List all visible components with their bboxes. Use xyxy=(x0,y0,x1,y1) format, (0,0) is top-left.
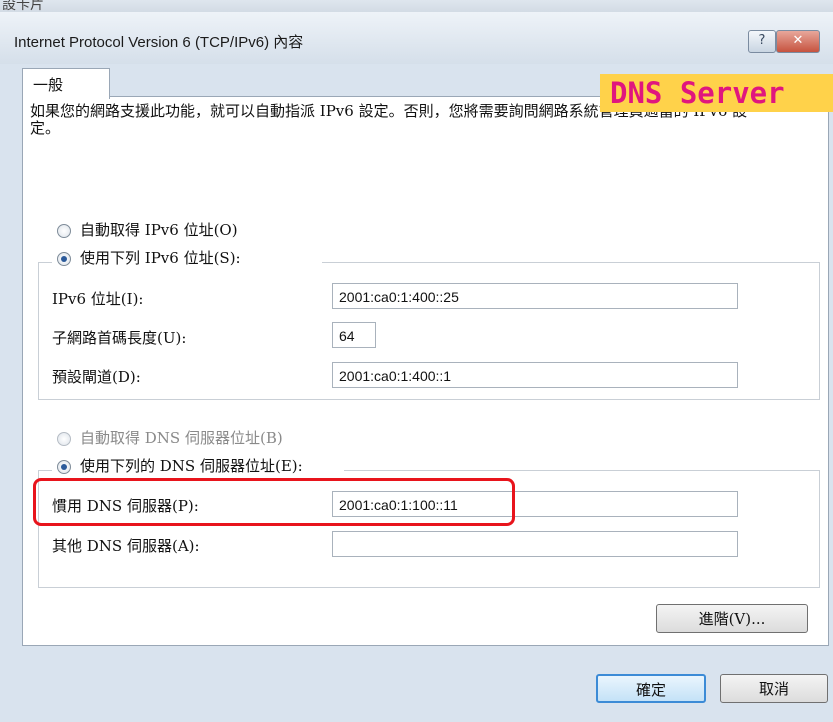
cancel-button[interactable]: 取消 xyxy=(720,674,828,703)
ipv6-properties-dialog: Internet Protocol Version 6 (TCP/IPv6) 內… xyxy=(0,12,833,722)
ipv6-address-label: IPv6 位址(I): xyxy=(52,290,144,308)
prefix-length-input[interactable]: 64 xyxy=(332,322,376,348)
dns-auto-radio[interactable] xyxy=(57,432,71,446)
close-button[interactable]: ✕ xyxy=(776,30,820,53)
ok-button[interactable]: 確定 xyxy=(596,674,706,703)
banner-text: DNS Server xyxy=(610,76,785,110)
prefix-length-label: 子網路首碼長度(U): xyxy=(52,329,187,347)
dns-auto-label: 自動取得 DNS 伺服器位址(B) xyxy=(80,429,283,447)
dns-server-banner: DNS Server xyxy=(600,74,833,112)
dns-manual-label: 使用下列的 DNS 伺服器位址(E): xyxy=(80,457,303,475)
help-button[interactable]: ? xyxy=(748,30,776,53)
preferred-dns-highlight xyxy=(33,478,515,526)
ipv6-manual-radio[interactable] xyxy=(57,252,71,266)
dns-manual-radio[interactable] xyxy=(57,460,71,474)
tab-general-label: 一般 xyxy=(33,76,64,94)
ipv6-address-input[interactable]: 2001:ca0:1:400::25 xyxy=(332,283,738,309)
title-bar: Internet Protocol Version 6 (TCP/IPv6) 內… xyxy=(0,12,833,64)
tab-general[interactable]: 一般 xyxy=(22,68,110,99)
advanced-button[interactable]: 進階(V)... xyxy=(656,604,808,633)
ipv6-auto-radio[interactable] xyxy=(57,224,71,238)
ipv6-manual-label: 使用下列 IPv6 位址(S): xyxy=(80,249,241,267)
default-gateway-input[interactable]: 2001:ca0:1:400::1 xyxy=(332,362,738,388)
alternate-dns-input[interactable] xyxy=(332,531,738,557)
alternate-dns-label: 其他 DNS 伺服器(A): xyxy=(52,537,200,555)
dialog-title: Internet Protocol Version 6 (TCP/IPv6) 內… xyxy=(14,34,304,51)
default-gateway-label: 預設閘道(D): xyxy=(52,368,141,386)
ipv6-auto-label: 自動取得 IPv6 位址(O) xyxy=(80,221,238,239)
